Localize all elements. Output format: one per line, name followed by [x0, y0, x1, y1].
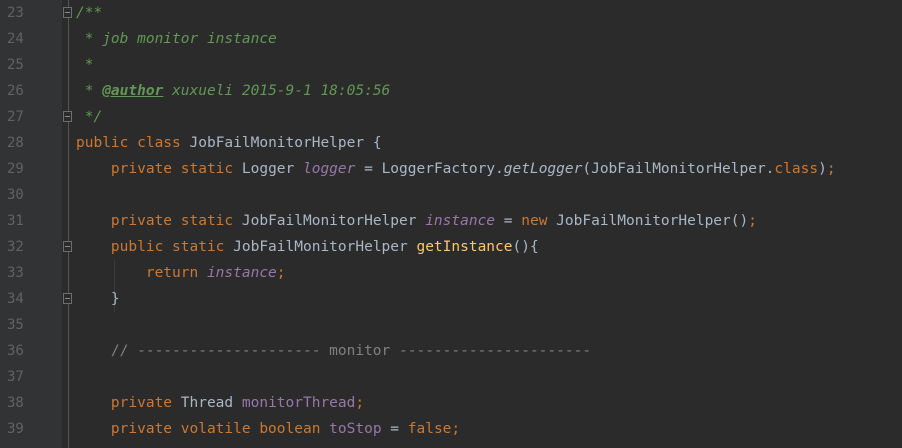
code-token: public class [76, 135, 190, 151]
line-number: 29 [7, 161, 24, 177]
line-number: 30 [7, 187, 24, 203]
fold-toggle-icon[interactable] [63, 241, 72, 252]
line-number: 36 [7, 343, 24, 359]
code-token: * [76, 57, 94, 73]
code-token: = LoggerFactory. [355, 161, 504, 177]
code-text: public class JobFailMonitorHelper { [76, 130, 382, 156]
code-text: */ [76, 104, 102, 130]
line-number: 31 [7, 213, 24, 229]
code-token: return [76, 265, 207, 281]
code-token: private static [76, 161, 242, 177]
code-token: /** [76, 5, 103, 21]
code-token: Thread [180, 395, 242, 411]
code-token: JobFailMonitorHelper() [556, 213, 749, 229]
line-number: 34 [7, 291, 24, 307]
code-token: @author [102, 83, 164, 99]
code-line[interactable]: 37 [0, 364, 902, 390]
code-text: * [76, 52, 94, 78]
code-line[interactable]: 35 [0, 312, 902, 338]
code-token: = [495, 213, 522, 229]
code-line[interactable]: 39 private volatile boolean toStop = fal… [0, 416, 902, 442]
code-line[interactable]: 31 private static JobFailMonitorHelper i… [0, 208, 902, 234]
code-token: (JobFailMonitorHelper. [582, 161, 775, 177]
code-text: * job monitor instance [76, 26, 277, 52]
code-token: (){ [512, 239, 539, 255]
code-token: * job monitor instance [76, 31, 277, 47]
line-number: 37 [7, 369, 24, 385]
code-text: private Thread monitorThread; [76, 390, 364, 416]
code-text: } [76, 286, 120, 312]
code-token: getLogger [503, 161, 583, 177]
code-line[interactable]: 34 } [0, 286, 902, 312]
line-number: 25 [7, 57, 24, 73]
code-line[interactable]: 30 [0, 182, 902, 208]
code-token: monitorThread [241, 395, 356, 411]
code-token: private volatile boolean [76, 421, 330, 437]
line-number: 24 [7, 31, 24, 47]
code-token: ; [276, 265, 286, 281]
line-number: 39 [7, 421, 24, 437]
code-token: */ [76, 109, 103, 125]
code-text: /** [76, 0, 102, 26]
code-token: logger [302, 161, 356, 177]
code-token: JobFailMonitorHelper [233, 239, 417, 255]
line-number: 38 [7, 395, 24, 411]
code-token: instance [425, 213, 496, 229]
line-number: 32 [7, 239, 24, 255]
code-token: false [407, 421, 452, 437]
code-token: new [521, 213, 557, 229]
code-token: ; [451, 421, 461, 437]
code-token: * [76, 83, 103, 99]
code-token: Logger [241, 161, 303, 177]
line-number: 33 [7, 265, 24, 281]
code-line[interactable]: 36 // --------------------- monitor ----… [0, 338, 902, 364]
code-line[interactable]: 32 public static JobFailMonitorHelper ge… [0, 234, 902, 260]
line-number: 35 [7, 317, 24, 333]
code-token: xuxueli 2015-9-1 18:05:56 [163, 83, 391, 99]
code-token: ) [818, 161, 827, 177]
code-token: ; [355, 395, 365, 411]
code-line[interactable]: 29 private static Logger logger = Logger… [0, 156, 902, 182]
line-number: 27 [7, 109, 24, 125]
code-text: // --------------------- monitor -------… [76, 338, 591, 364]
code-text: private static JobFailMonitorHelper inst… [76, 208, 757, 234]
code-line[interactable]: 26 * @author xuxueli 2015-9-1 18:05:56 [0, 78, 902, 104]
code-token: JobFailMonitorHelper { [189, 135, 382, 151]
code-token: JobFailMonitorHelper [241, 213, 426, 229]
line-number: 28 [7, 135, 24, 151]
code-token: = [381, 421, 408, 437]
code-text: return instance; [76, 260, 286, 286]
code-token: public static [76, 239, 234, 255]
code-editor[interactable]: 23/** 24 * job monitor instance 25 * 26 * @… [0, 0, 902, 448]
code-line[interactable]: 28 public class JobFailMonitorHelper { [0, 130, 902, 156]
code-line[interactable]: 33 return instance; [0, 260, 902, 286]
code-line[interactable]: 27 */ [0, 104, 902, 130]
line-number: 26 [7, 83, 24, 99]
code-token: getInstance [416, 239, 513, 255]
code-line[interactable]: 24 * job monitor instance [0, 26, 902, 52]
code-line[interactable]: 38 private Thread monitorThread; [0, 390, 902, 416]
code-text: private static Logger logger = LoggerFac… [76, 156, 836, 182]
code-line[interactable]: 23 /** [0, 0, 902, 26]
code-token: instance [206, 265, 277, 281]
code-line[interactable]: 25 * [0, 52, 902, 78]
line-number: 23 [7, 5, 24, 21]
code-token: // --------------------- monitor -------… [76, 343, 592, 359]
code-token: } [76, 291, 120, 307]
code-token: class [774, 161, 819, 177]
fold-toggle-icon[interactable] [63, 111, 72, 122]
code-token: ; [748, 213, 757, 229]
code-token: private static [76, 213, 242, 229]
code-token: toStop [329, 421, 382, 437]
fold-toggle-icon[interactable] [63, 7, 72, 18]
code-text: public static JobFailMonitorHelper getIn… [76, 234, 539, 260]
code-token: ; [826, 161, 836, 177]
code-text: private volatile boolean toStop = false; [76, 416, 460, 442]
code-token: private [76, 395, 181, 411]
fold-toggle-icon[interactable] [63, 293, 72, 304]
code-text: * @author xuxueli 2015-9-1 18:05:56 [76, 78, 391, 104]
